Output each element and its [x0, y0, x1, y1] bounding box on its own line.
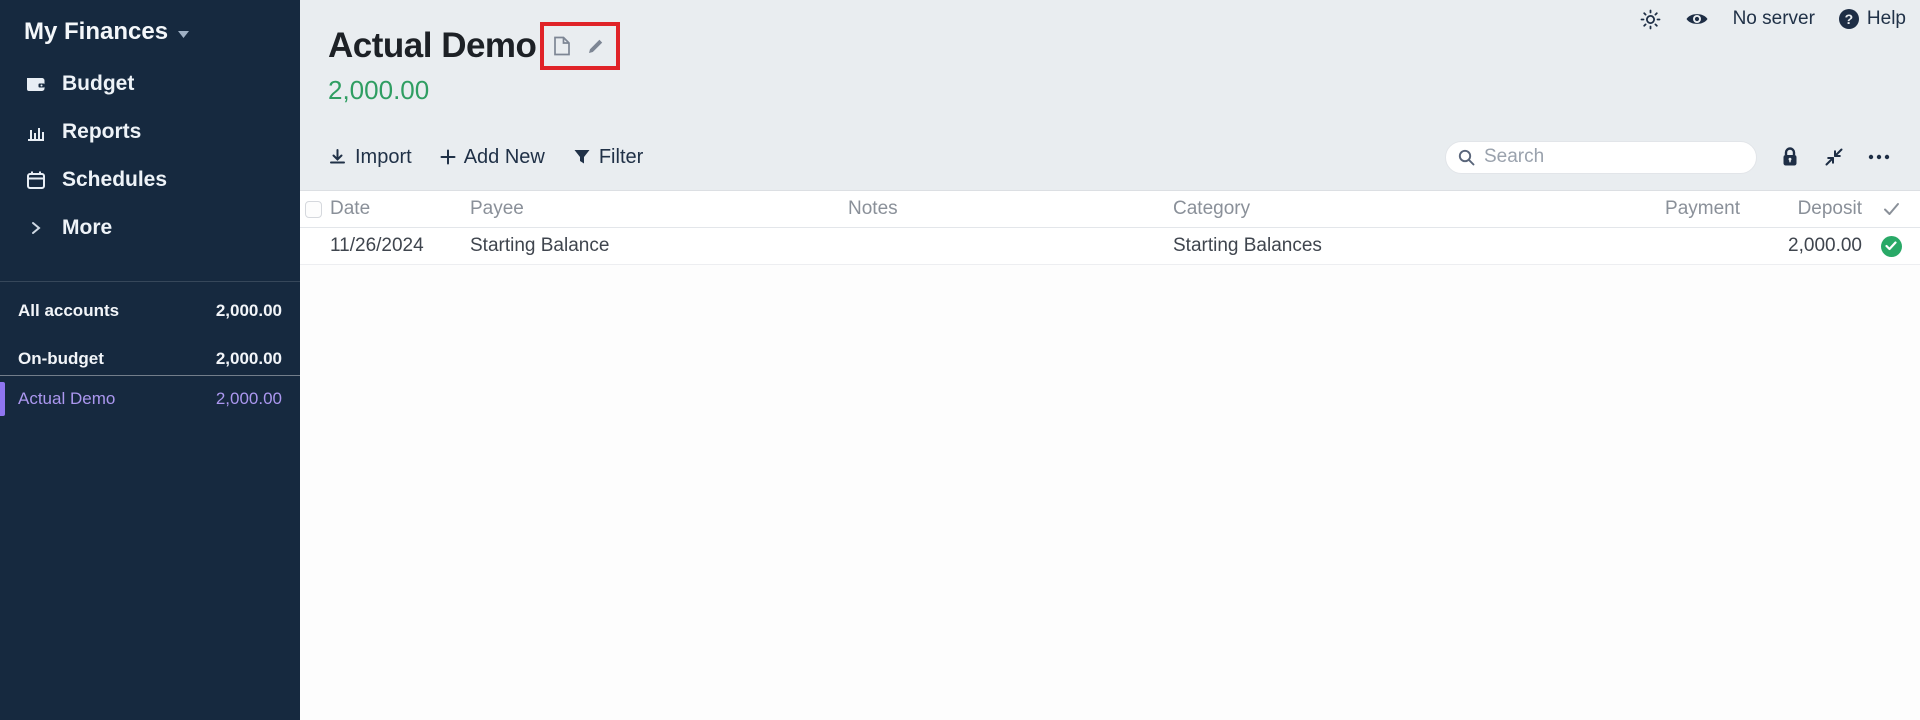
top-status-bar: No server ? Help — [1640, 8, 1906, 30]
budget-name-label: My Finances — [24, 18, 168, 46]
transaction-category[interactable]: Starting Balances — [1173, 235, 1620, 257]
account-amount: 2,000.00 — [216, 389, 282, 409]
transaction-row[interactable]: 11/26/2024 Starting Balance Starting Bal… — [300, 228, 1920, 265]
more-options-icon[interactable] — [1868, 154, 1890, 160]
edit-pencil-icon[interactable] — [587, 36, 607, 56]
on-budget-row[interactable]: On-budget 2,000.00 — [0, 342, 300, 376]
add-new-label: Add New — [464, 146, 545, 169]
sidebar: My Finances Budget Reports Schedules — [0, 0, 300, 720]
sidebar-item-label: More — [62, 216, 112, 240]
transactions-toolbar: Import Add New Filter — [328, 138, 1890, 176]
column-header-date: Date — [330, 198, 470, 220]
sidebar-item-reports[interactable]: Reports — [0, 108, 300, 156]
sidebar-nav: Budget Reports Schedules More — [0, 60, 300, 252]
transactions-table: Date Payee Notes Category Payment Deposi… — [300, 190, 1920, 720]
column-header-category: Category — [1173, 198, 1620, 220]
account-name: Actual Demo — [18, 389, 115, 409]
collapse-transactions-icon[interactable] — [1823, 146, 1845, 168]
column-header-payee: Payee — [470, 198, 848, 220]
column-header-notes: Notes — [848, 198, 1173, 220]
help-button[interactable]: ? Help — [1839, 8, 1906, 30]
on-budget-amount: 2,000.00 — [216, 349, 282, 369]
lock-icon[interactable] — [1780, 146, 1800, 168]
account-notes-icon[interactable] — [553, 36, 573, 56]
sidebar-item-label: Schedules — [62, 168, 167, 192]
transaction-date[interactable]: 11/26/2024 — [330, 235, 470, 257]
chevron-right-icon — [24, 217, 47, 240]
question-circle-icon: ? — [1839, 9, 1859, 29]
on-budget-label: On-budget — [18, 349, 104, 369]
main-panel: No server ? Help Actual Demo 2,000.00 — [300, 0, 1920, 720]
all-accounts-amount: 2,000.00 — [216, 301, 282, 321]
sidebar-item-budget[interactable]: Budget — [0, 60, 300, 108]
import-label: Import — [355, 146, 412, 169]
app-window: My Finances Budget Reports Schedules — [0, 0, 1920, 720]
server-status[interactable]: No server — [1733, 8, 1815, 30]
sidebar-item-label: Budget — [62, 72, 134, 96]
import-button[interactable]: Import — [328, 146, 412, 169]
all-accounts-label: All accounts — [18, 301, 119, 321]
column-header-payment: Payment — [1620, 198, 1740, 220]
account-balance: 2,000.00 — [328, 75, 620, 106]
plus-icon — [440, 149, 456, 165]
select-all-checkbox[interactable] — [305, 201, 322, 218]
filter-button[interactable]: Filter — [573, 146, 643, 169]
sidebar-item-label: Reports — [62, 120, 141, 144]
transaction-payee[interactable]: Starting Balance — [470, 235, 848, 257]
sidebar-divider — [0, 281, 300, 282]
column-header-cleared — [1862, 202, 1920, 216]
account-title[interactable]: Actual Demo — [328, 26, 536, 66]
calendar-icon — [24, 169, 47, 192]
search-input[interactable] — [1484, 146, 1734, 168]
annotation-box — [540, 22, 620, 70]
download-icon — [328, 148, 347, 167]
all-accounts-row[interactable]: All accounts 2,000.00 — [0, 294, 300, 328]
help-label: Help — [1867, 8, 1906, 30]
theme-sun-icon[interactable] — [1640, 9, 1661, 30]
wallet-icon — [24, 73, 47, 96]
sidebar-account-actual-demo[interactable]: Actual Demo 2,000.00 — [0, 381, 300, 417]
table-header-row: Date Payee Notes Category Payment Deposi… — [300, 190, 1920, 228]
sidebar-item-schedules[interactable]: Schedules — [0, 156, 300, 204]
search-icon — [1458, 149, 1475, 166]
cleared-check-icon[interactable] — [1881, 236, 1902, 257]
funnel-icon — [573, 148, 591, 166]
chevron-down-icon — [178, 31, 189, 38]
transaction-deposit[interactable]: 2,000.00 — [1740, 235, 1862, 257]
sidebar-item-more[interactable]: More — [0, 204, 300, 252]
budget-selector[interactable]: My Finances — [0, 0, 300, 46]
search-box — [1445, 141, 1757, 174]
filter-label: Filter — [599, 146, 643, 169]
add-new-button[interactable]: Add New — [440, 146, 545, 169]
column-header-deposit: Deposit — [1740, 198, 1862, 220]
account-header: Actual Demo 2,000.00 — [328, 22, 620, 106]
accounts-section: All accounts 2,000.00 On-budget 2,000.00… — [0, 294, 300, 417]
active-account-indicator — [0, 382, 5, 416]
check-icon — [1883, 202, 1900, 216]
bar-chart-icon — [24, 121, 47, 144]
privacy-eye-icon[interactable] — [1685, 10, 1709, 28]
